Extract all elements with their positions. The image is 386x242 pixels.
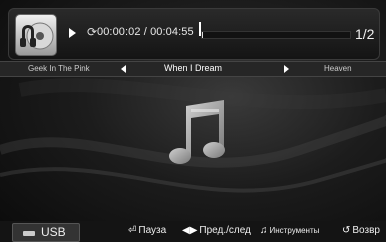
repeat-icon[interactable]: ⟳ bbox=[87, 25, 97, 39]
prevnext-hint[interactable]: ◀▶ Пред./след bbox=[182, 225, 251, 236]
page-indicator: 1/2 bbox=[355, 26, 375, 42]
bottom-control-bar: USB ⏎ Пауза ◀▶ Пред./след ♫ Инструменты ↺ Во… bbox=[0, 221, 386, 242]
playback-time: 00:00:02 / 00:04:55 bbox=[97, 26, 194, 38]
music-note-icon bbox=[169, 100, 225, 164]
track-navigation-strip: Geek In The Pink When I Dream Heaven bbox=[0, 61, 386, 77]
total-time: 00:04:55 bbox=[150, 26, 194, 38]
chevron-right-icon[interactable] bbox=[284, 65, 289, 73]
play-icon[interactable] bbox=[69, 28, 76, 38]
elapsed-time: 00:00:02 bbox=[97, 26, 141, 38]
left-right-arrows-icon: ◀▶ bbox=[182, 225, 198, 236]
tools-icon: ♫ bbox=[260, 225, 268, 236]
chevron-left-icon[interactable] bbox=[121, 65, 126, 73]
enter-icon: ⏎ bbox=[128, 225, 137, 236]
album-cd-icon bbox=[15, 14, 57, 56]
usb-drive-icon bbox=[23, 231, 35, 236]
pause-hint[interactable]: ⏎ Пауза bbox=[128, 225, 166, 236]
source-button[interactable]: USB bbox=[12, 223, 80, 242]
next-track-title[interactable]: Heaven bbox=[324, 64, 352, 73]
tools-hint[interactable]: ♫ Инструменты bbox=[260, 225, 319, 236]
progress-fill bbox=[202, 32, 204, 38]
previous-track-title[interactable]: Geek In The Pink bbox=[28, 64, 90, 73]
progress-bar[interactable] bbox=[201, 31, 351, 39]
now-playing-bar: ⟳ 00:00:02 / 00:04:55 1/2 bbox=[8, 8, 380, 60]
source-label: USB bbox=[41, 225, 66, 239]
media-player-screen: ⟳ 00:00:02 / 00:04:55 1/2 Geek In The Pi… bbox=[0, 0, 386, 242]
back-hint[interactable]: ↺ Возвр bbox=[342, 225, 380, 236]
return-icon: ↺ bbox=[342, 225, 351, 236]
